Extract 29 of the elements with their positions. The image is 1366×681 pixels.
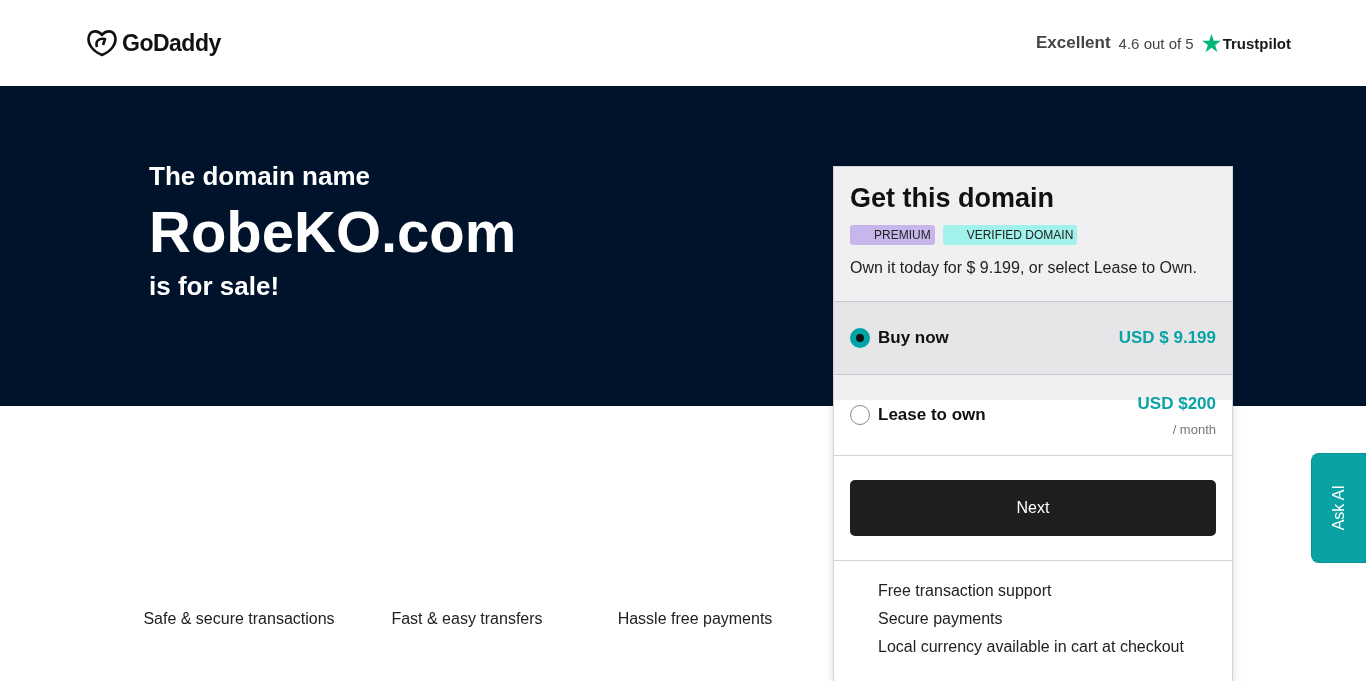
price-period: / month [1172,421,1216,437]
option-label: Buy now [878,328,949,348]
logo-text[interactable]: GoDaddy [122,29,221,57]
option-price: USD $200 [1137,393,1216,414]
domain-badge: VERIFIED DOMAIN [942,225,1078,245]
trustpilot-logo-text[interactable]: Trustpilot [1222,34,1291,52]
option-price: USD $ 9.199 [1118,328,1216,348]
feature-text: Fast & easy transfers [390,610,544,628]
domain-name: RobeKO.com [149,198,517,265]
perk-text: Local currency available in cart at checkout [878,637,1185,657]
hero-intro: The domain name [149,161,371,192]
perk-text: Secure payments [878,609,1004,629]
rating-score: 4.6 out of 5 [1118,34,1194,52]
purchase-option[interactable]: Lease to own USD $200 / month [834,374,1232,455]
feature-text: Hassle free payments [616,610,774,628]
perk-text: Free transaction support [878,581,1053,601]
heart-logo-icon [86,29,118,57]
radio-button[interactable] [850,405,870,425]
option-label: Lease to own [878,405,986,425]
star-icon [1201,34,1221,52]
feature-text: Safe & secure transactions [142,610,336,628]
hero-outro: is for sale! [149,271,280,302]
next-button[interactable]: Next [850,480,1216,536]
offer-description: Own it today for $ 9.199, or select Lease to Own. [850,259,1198,277]
purchase-option[interactable]: Buy now USD $ 9.199 [834,301,1232,374]
domain-badge: PREMIUM [850,225,935,245]
radio-button[interactable] [850,328,870,348]
rating-label: Excellent [1035,33,1111,53]
card-title: Get this domain [850,183,1056,214]
